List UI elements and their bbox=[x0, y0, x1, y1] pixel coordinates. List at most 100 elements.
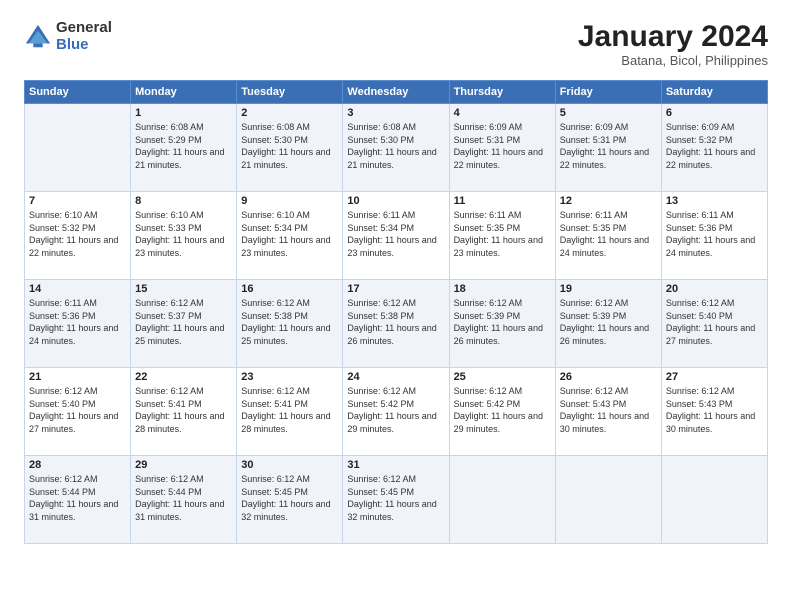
location: Batana, Bicol, Philippines bbox=[578, 53, 768, 68]
calendar-cell: 28 Sunrise: 6:12 AMSunset: 5:44 PMDayligh… bbox=[25, 456, 131, 544]
day-number: 10 bbox=[347, 195, 444, 207]
day-detail: Sunrise: 6:09 AMSunset: 5:31 PMDaylight:… bbox=[560, 121, 657, 171]
calendar-cell: 8 Sunrise: 6:10 AMSunset: 5:33 PMDaylight… bbox=[131, 192, 237, 280]
day-number: 23 bbox=[241, 371, 338, 383]
calendar-cell: 31 Sunrise: 6:12 AMSunset: 5:45 PMDayligh… bbox=[343, 456, 449, 544]
day-number: 13 bbox=[666, 195, 763, 207]
day-number: 5 bbox=[560, 107, 657, 119]
col-header-monday: Monday bbox=[131, 81, 237, 104]
day-detail: Sunrise: 6:12 AMSunset: 5:44 PMDaylight:… bbox=[135, 473, 232, 523]
day-number: 26 bbox=[560, 371, 657, 383]
day-number: 12 bbox=[560, 195, 657, 207]
day-detail: Sunrise: 6:08 AMSunset: 5:30 PMDaylight:… bbox=[241, 121, 338, 171]
calendar-cell: 5 Sunrise: 6:09 AMSunset: 5:31 PMDaylight… bbox=[555, 104, 661, 192]
calendar-cell: 7Sunrise: 6:10 AMSunset: 5:32 PMDaylight… bbox=[25, 192, 131, 280]
day-detail: Sunrise: 6:08 AMSunset: 5:30 PMDaylight:… bbox=[347, 121, 444, 171]
col-header-friday: Friday bbox=[555, 81, 661, 104]
day-detail: Sunrise: 6:12 AMSunset: 5:43 PMDaylight:… bbox=[560, 385, 657, 435]
day-number: 8 bbox=[135, 195, 232, 207]
day-number: 11 bbox=[454, 195, 551, 207]
calendar-cell bbox=[25, 104, 131, 192]
day-detail: Sunrise: 6:12 AMSunset: 5:41 PMDaylight:… bbox=[241, 385, 338, 435]
calendar-cell: 26 Sunrise: 6:12 AMSunset: 5:43 PMDayligh… bbox=[555, 368, 661, 456]
calendar-cell: 22 Sunrise: 6:12 AMSunset: 5:41 PMDayligh… bbox=[131, 368, 237, 456]
day-number: 1 bbox=[135, 107, 232, 119]
calendar-cell: 30 Sunrise: 6:12 AMSunset: 5:45 PMDayligh… bbox=[237, 456, 343, 544]
title-block: January 2024 Batana, Bicol, Philippines bbox=[578, 20, 768, 68]
day-number: 27 bbox=[666, 371, 763, 383]
day-number: 29 bbox=[135, 459, 232, 471]
day-detail: Sunrise: 6:12 AMSunset: 5:39 PMDaylight:… bbox=[454, 297, 551, 347]
month-title: January 2024 bbox=[578, 20, 768, 53]
logo-blue: Blue bbox=[56, 37, 112, 54]
day-detail: Sunrise: 6:11 AMSunset: 5:35 PMDaylight:… bbox=[560, 209, 657, 259]
day-detail: Sunrise: 6:12 AMSunset: 5:37 PMDaylight:… bbox=[135, 297, 232, 347]
col-header-wednesday: Wednesday bbox=[343, 81, 449, 104]
calendar-cell: 25 Sunrise: 6:12 AMSunset: 5:42 PMDayligh… bbox=[449, 368, 555, 456]
day-detail: Sunrise: 6:12 AMSunset: 5:45 PMDaylight:… bbox=[241, 473, 338, 523]
calendar-week-5: 28 Sunrise: 6:12 AMSunset: 5:44 PMDayligh… bbox=[25, 456, 768, 544]
calendar-cell: 15 Sunrise: 6:12 AMSunset: 5:37 PMDayligh… bbox=[131, 280, 237, 368]
day-detail: Sunrise: 6:12 AMSunset: 5:42 PMDaylight:… bbox=[454, 385, 551, 435]
day-detail: Sunrise: 6:12 AMSunset: 5:44 PMDaylight:… bbox=[29, 473, 126, 523]
day-number: 25 bbox=[454, 371, 551, 383]
day-number: 2 bbox=[241, 107, 338, 119]
day-detail: Sunrise: 6:12 AMSunset: 5:41 PMDaylight:… bbox=[135, 385, 232, 435]
calendar-cell: 21Sunrise: 6:12 AMSunset: 5:40 PMDayligh… bbox=[25, 368, 131, 456]
calendar-cell bbox=[555, 456, 661, 544]
header: General Blue January 2024 Batana, Bicol,… bbox=[24, 20, 768, 68]
day-number: 19 bbox=[560, 283, 657, 295]
col-header-thursday: Thursday bbox=[449, 81, 555, 104]
day-number: 18 bbox=[454, 283, 551, 295]
day-number: 17 bbox=[347, 283, 444, 295]
day-number: 22 bbox=[135, 371, 232, 383]
day-detail: Sunrise: 6:11 AMSunset: 5:35 PMDaylight:… bbox=[454, 209, 551, 259]
day-detail: Sunrise: 6:09 AMSunset: 5:31 PMDaylight:… bbox=[454, 121, 551, 171]
calendar-week-4: 21Sunrise: 6:12 AMSunset: 5:40 PMDayligh… bbox=[25, 368, 768, 456]
day-number: 6 bbox=[666, 107, 763, 119]
calendar-cell bbox=[661, 456, 767, 544]
day-detail: Sunrise: 6:10 AMSunset: 5:33 PMDaylight:… bbox=[135, 209, 232, 259]
calendar-cell: 4 Sunrise: 6:09 AMSunset: 5:31 PMDaylight… bbox=[449, 104, 555, 192]
day-number: 31 bbox=[347, 459, 444, 471]
day-number: 15 bbox=[135, 283, 232, 295]
calendar-cell: 24Sunrise: 6:12 AMSunset: 5:42 PMDayligh… bbox=[343, 368, 449, 456]
day-detail: Sunrise: 6:12 AMSunset: 5:39 PMDaylight:… bbox=[560, 297, 657, 347]
col-header-tuesday: Tuesday bbox=[237, 81, 343, 104]
calendar-cell: 14Sunrise: 6:11 AMSunset: 5:36 PMDayligh… bbox=[25, 280, 131, 368]
logo: General Blue bbox=[24, 20, 112, 53]
day-detail: Sunrise: 6:08 AMSunset: 5:29 PMDaylight:… bbox=[135, 121, 232, 171]
calendar-cell: 16Sunrise: 6:12 AMSunset: 5:38 PMDayligh… bbox=[237, 280, 343, 368]
day-detail: Sunrise: 6:10 AMSunset: 5:32 PMDaylight:… bbox=[29, 209, 126, 259]
calendar-cell: 23 Sunrise: 6:12 AMSunset: 5:41 PMDayligh… bbox=[237, 368, 343, 456]
calendar-table: SundayMondayTuesdayWednesdayThursdayFrid… bbox=[24, 80, 768, 544]
calendar-cell: 18 Sunrise: 6:12 AMSunset: 5:39 PMDayligh… bbox=[449, 280, 555, 368]
calendar-cell: 3 Sunrise: 6:08 AMSunset: 5:30 PMDaylight… bbox=[343, 104, 449, 192]
day-number: 20 bbox=[666, 283, 763, 295]
calendar-cell: 6 Sunrise: 6:09 AMSunset: 5:32 PMDaylight… bbox=[661, 104, 767, 192]
day-number: 28 bbox=[29, 459, 126, 471]
day-number: 30 bbox=[241, 459, 338, 471]
day-number: 14 bbox=[29, 283, 126, 295]
day-detail: Sunrise: 6:11 AMSunset: 5:36 PMDaylight:… bbox=[666, 209, 763, 259]
day-detail: Sunrise: 6:10 AMSunset: 5:34 PMDaylight:… bbox=[241, 209, 338, 259]
logo-text: General Blue bbox=[56, 20, 112, 53]
calendar-cell: 12 Sunrise: 6:11 AMSunset: 5:35 PMDayligh… bbox=[555, 192, 661, 280]
calendar-cell: 29 Sunrise: 6:12 AMSunset: 5:44 PMDayligh… bbox=[131, 456, 237, 544]
day-detail: Sunrise: 6:12 AMSunset: 5:45 PMDaylight:… bbox=[347, 473, 444, 523]
day-detail: Sunrise: 6:12 AMSunset: 5:38 PMDaylight:… bbox=[241, 297, 338, 347]
calendar-cell: 1 Sunrise: 6:08 AMSunset: 5:29 PMDaylight… bbox=[131, 104, 237, 192]
day-number: 4 bbox=[454, 107, 551, 119]
day-number: 3 bbox=[347, 107, 444, 119]
calendar-cell: 10Sunrise: 6:11 AMSunset: 5:34 PMDayligh… bbox=[343, 192, 449, 280]
calendar-header-row: SundayMondayTuesdayWednesdayThursdayFrid… bbox=[25, 81, 768, 104]
calendar-week-1: 1 Sunrise: 6:08 AMSunset: 5:29 PMDaylight… bbox=[25, 104, 768, 192]
day-detail: Sunrise: 6:09 AMSunset: 5:32 PMDaylight:… bbox=[666, 121, 763, 171]
calendar-cell: 13 Sunrise: 6:11 AMSunset: 5:36 PMDayligh… bbox=[661, 192, 767, 280]
logo-general: General bbox=[56, 20, 112, 37]
page: General Blue January 2024 Batana, Bicol,… bbox=[0, 0, 792, 612]
calendar-cell: 11 Sunrise: 6:11 AMSunset: 5:35 PMDayligh… bbox=[449, 192, 555, 280]
day-detail: Sunrise: 6:12 AMSunset: 5:38 PMDaylight:… bbox=[347, 297, 444, 347]
calendar-week-2: 7Sunrise: 6:10 AMSunset: 5:32 PMDaylight… bbox=[25, 192, 768, 280]
calendar-cell: 17 Sunrise: 6:12 AMSunset: 5:38 PMDayligh… bbox=[343, 280, 449, 368]
